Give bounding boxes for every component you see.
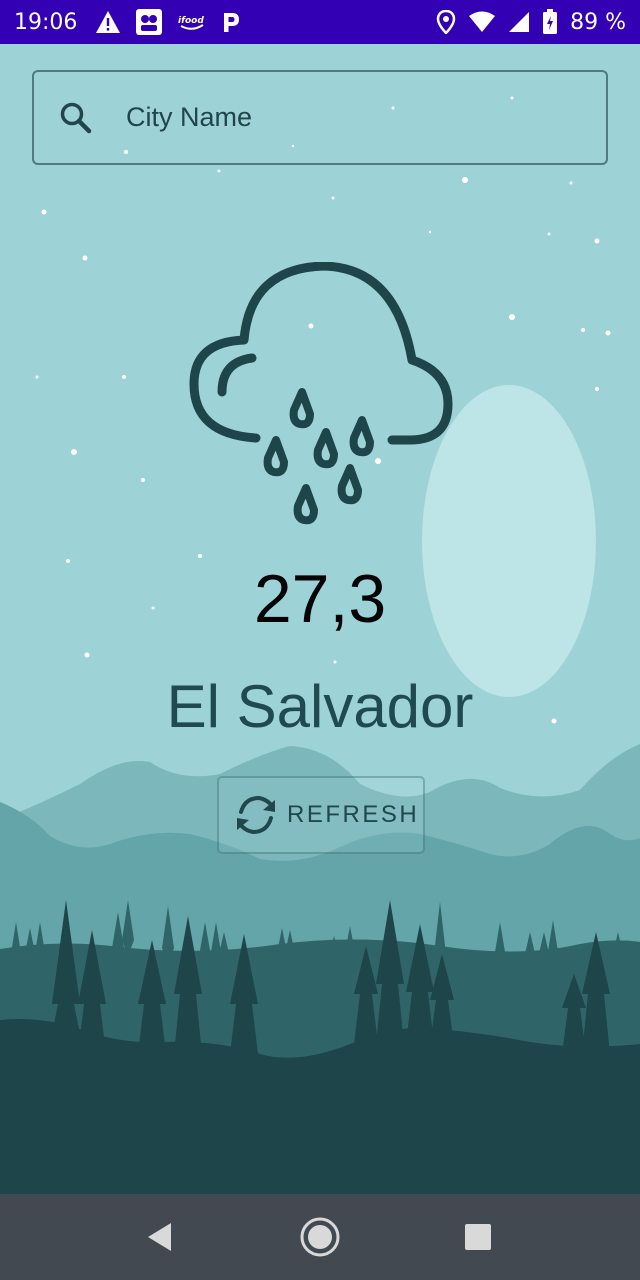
status-bar: 19:06 ifood 89 %	[0, 0, 640, 44]
status-system-icons: 89 %	[436, 9, 626, 35]
city-search-input[interactable]	[126, 102, 566, 133]
status-notification-icons: ifood	[95, 8, 241, 36]
navigation-bar	[0, 1194, 640, 1280]
city-search-box[interactable]	[32, 70, 608, 165]
svg-text:ifood: ifood	[178, 16, 204, 26]
refresh-button[interactable]: REFRESH	[217, 776, 425, 854]
back-button[interactable]	[120, 1194, 200, 1280]
city-name: El Salvador	[166, 673, 474, 740]
home-icon	[300, 1217, 340, 1257]
cloud-rain-icon	[186, 261, 454, 532]
signal-icon	[508, 11, 530, 33]
battery-icon	[542, 9, 558, 35]
status-time: 19:06	[14, 9, 78, 35]
location-icon	[436, 10, 456, 34]
recents-icon	[465, 1224, 491, 1250]
home-button[interactable]	[280, 1194, 360, 1280]
p-app-icon	[221, 10, 241, 34]
recents-button[interactable]	[438, 1194, 518, 1280]
battery-percent: 89 %	[570, 9, 626, 35]
ifood-icon: ifood	[177, 12, 207, 32]
back-icon	[148, 1223, 171, 1251]
refresh-label: REFRESH	[287, 801, 420, 828]
app-notification-icon	[135, 8, 163, 36]
alert-icon	[95, 10, 121, 34]
refresh-icon	[233, 792, 279, 838]
temperature-value: 27,3	[253, 561, 387, 637]
search-icon[interactable]	[58, 100, 94, 136]
wifi-icon	[468, 11, 496, 33]
